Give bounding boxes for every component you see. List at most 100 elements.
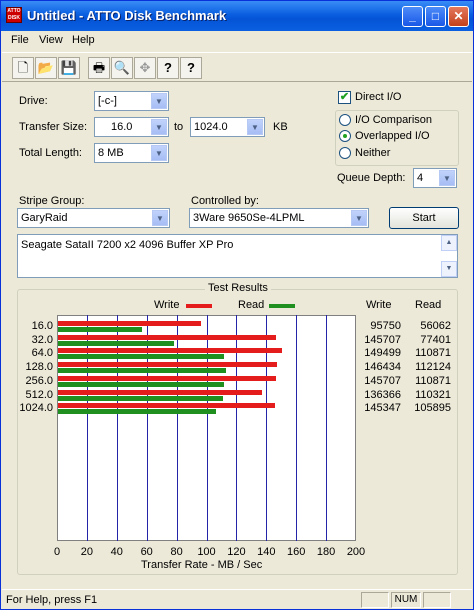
read-value: 110321 — [415, 388, 451, 401]
status-pane-blank — [423, 592, 451, 608]
maximize-button[interactable]: □ — [425, 6, 446, 27]
chevron-down-icon[interactable]: ▼ — [439, 170, 455, 186]
legend-write-swatch — [186, 304, 212, 308]
close-button[interactable]: ✕ — [448, 6, 469, 27]
help-icon[interactable]: ? — [157, 57, 179, 79]
x-tick-label: 40 — [110, 546, 123, 558]
queue-depth-value: 4 — [417, 172, 424, 184]
queue-depth-label: Queue Depth: — [337, 172, 406, 184]
category-label: 16.0 — [31, 320, 53, 332]
chevron-down-icon[interactable]: ▼ — [151, 119, 167, 135]
x-gridline — [296, 315, 298, 541]
write-value: 145347 — [364, 402, 401, 415]
write-bar — [58, 375, 276, 381]
category-label: 256.0 — [25, 374, 53, 387]
x-tick-label: 0 — [53, 546, 61, 558]
x-tick-label: 140 — [257, 546, 276, 558]
scroll-up-icon[interactable]: ▲ — [441, 235, 457, 251]
new-document-icon[interactable]: 🗋 — [12, 57, 34, 79]
chevron-down-icon[interactable]: ▼ — [151, 93, 167, 109]
save-disk-icon[interactable]: 💾 — [58, 57, 80, 79]
status-pane-blank — [361, 592, 389, 608]
test-results-title: Test Results — [205, 282, 271, 294]
menu-view[interactable]: View — [39, 34, 63, 46]
legend-write-label: Write — [154, 299, 180, 311]
stripe-group-select[interactable]: GaryRaid ▼ — [17, 208, 170, 228]
write-value: 146434 — [364, 361, 401, 374]
read-value: 112124 — [415, 361, 451, 374]
transfer-size-label: Transfer Size: — [19, 121, 88, 133]
write-value: 149499 — [364, 347, 401, 360]
read-bar — [58, 395, 223, 401]
write-value: 95750 — [370, 320, 401, 332]
x-tick-label: 120 — [227, 546, 246, 558]
io-comparison-radio[interactable] — [339, 114, 351, 126]
category-label: 32.0 — [31, 333, 53, 346]
total-length-select[interactable]: 8 MB ▼ — [94, 143, 169, 163]
x-tick-label: 100 — [197, 546, 216, 558]
write-value: 145707 — [364, 333, 401, 346]
read-column-header: Read — [415, 299, 442, 311]
chevron-down-icon[interactable]: ▼ — [247, 119, 263, 135]
menu-help[interactable]: Help — [72, 34, 95, 46]
open-folder-icon[interactable]: 📂 — [35, 57, 57, 79]
transfer-size-to-label: to — [174, 121, 184, 133]
minimize-button[interactable]: _ — [402, 6, 423, 27]
total-length-value: 8 MB — [98, 147, 124, 159]
read-bar — [58, 381, 224, 387]
controlled-by-value: 3Ware 9650Se-4LPML — [193, 212, 305, 224]
drive-select[interactable]: [-c-] ▼ — [94, 91, 169, 111]
chevron-down-icon[interactable]: ▼ — [351, 210, 367, 226]
chevron-down-icon[interactable]: ▼ — [152, 210, 168, 226]
print-preview-icon[interactable]: 🔍 — [111, 57, 133, 79]
category-label: 64.0 — [31, 347, 53, 360]
neither-radio[interactable] — [339, 147, 351, 159]
scroll-down-icon[interactable]: ▼ — [441, 261, 457, 277]
title-bar[interactable]: ATTO DISK Untitled - ATTO Disk Benchmark… — [1, 1, 473, 31]
menu-bar: File View Help — [2, 31, 472, 51]
move-icon[interactable]: ✥ — [134, 57, 156, 79]
x-tick-label: 60 — [140, 546, 153, 558]
write-bar — [58, 348, 282, 354]
write-column-header: Write — [366, 299, 392, 311]
read-bar — [58, 327, 142, 332]
direct-io-label: Direct I/O — [355, 91, 402, 103]
stripe-group-value: GaryRaid — [21, 212, 68, 224]
write-bar — [58, 403, 276, 409]
write-bar — [58, 334, 276, 340]
description-textarea[interactable]: Seagate SataII 7200 x2 4096 Buffer XP Pr… — [17, 234, 458, 278]
overlapped-io-radio[interactable] — [339, 130, 351, 142]
chevron-down-icon[interactable]: ▼ — [151, 145, 167, 161]
transfer-size-unit: KB — [273, 121, 288, 133]
queue-depth-select[interactable]: 4 ▼ — [413, 168, 457, 188]
legend-read-swatch — [269, 304, 295, 308]
menu-file[interactable]: File — [11, 34, 29, 46]
x-tick-label: 200 — [346, 546, 366, 558]
direct-io-checkbox[interactable]: ✔ — [338, 91, 351, 104]
category-label: 512.0 — [25, 388, 53, 401]
drive-label: Drive: — [19, 95, 48, 107]
read-value: 56062 — [420, 320, 451, 332]
controlled-by-select[interactable]: 3Ware 9650Se-4LPML ▼ — [189, 208, 369, 228]
start-button[interactable]: Start — [389, 207, 459, 229]
x-tick-label: 80 — [170, 546, 183, 558]
read-value: 77401 — [420, 333, 451, 346]
transfer-size-to-select[interactable]: 1024.0 ▼ — [190, 117, 265, 137]
stripe-group-label: Stripe Group: — [19, 195, 85, 207]
print-icon[interactable]: 🖶 — [88, 57, 110, 79]
window-title: Untitled - ATTO Disk Benchmark — [27, 8, 227, 23]
write-bar — [58, 389, 262, 395]
x-tick-label: 180 — [316, 546, 336, 558]
atto-app-icon[interactable]: ATTO DISK — [6, 7, 22, 23]
x-tick-label: 160 — [287, 546, 306, 558]
status-help-text: For Help, press F1 — [6, 594, 98, 606]
category-label: 1024.0 — [19, 402, 53, 415]
read-bar — [58, 354, 224, 360]
app-window: ATTO DISK Untitled - ATTO Disk Benchmark… — [0, 0, 474, 610]
toolbar: 🗋 📂 💾 🖶 🔍 ✥ ? ? — [2, 52, 472, 82]
description-text: Seagate SataII 7200 x2 4096 Buffer XP Pr… — [21, 239, 234, 251]
read-bar — [58, 340, 174, 346]
context-help-icon[interactable]: ? — [180, 57, 202, 79]
read-bar — [58, 409, 217, 415]
transfer-size-from-select[interactable]: 16.0 ▼ — [94, 117, 169, 137]
